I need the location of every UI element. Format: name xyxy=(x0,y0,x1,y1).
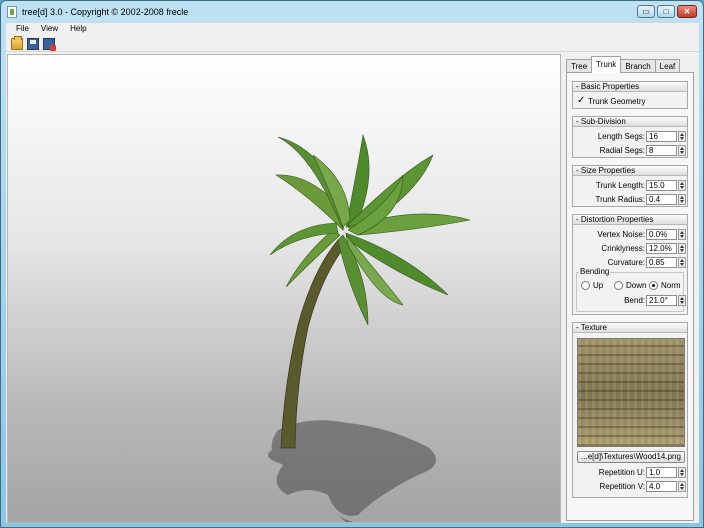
length-segs-spinner[interactable] xyxy=(678,131,686,142)
tab-strip: Tree Trunk Branch Leaf xyxy=(566,56,681,73)
vertex-noise-spinner[interactable] xyxy=(678,229,686,240)
trunk-geometry-label: Trunk Geometry xyxy=(588,96,646,106)
radio-on-icon xyxy=(649,281,658,290)
size-properties-group: - Size Properties Trunk Length: 15.0 Tru… xyxy=(572,165,688,207)
texture-preview[interactable] xyxy=(577,338,685,447)
bend-down-radio[interactable]: Down xyxy=(614,281,646,290)
client-area: File View Help Tree Trunk Branch Leaf - … xyxy=(6,23,699,523)
radial-segs-label: Radial Segs: xyxy=(599,146,645,155)
radial-segs-spinner[interactable] xyxy=(678,145,686,156)
curvature-label: Curvature: xyxy=(607,258,645,267)
menu-view[interactable]: View xyxy=(35,23,64,36)
length-segs-input[interactable]: 16 xyxy=(646,131,677,142)
trunk-length-row: Trunk Length: 15.0 xyxy=(573,180,687,192)
repetition-v-spinner[interactable] xyxy=(678,481,686,492)
trunk-radius-label: Trunk Radius: xyxy=(595,195,646,204)
export-icon[interactable] xyxy=(43,37,56,51)
minimize-button[interactable]: ▭ xyxy=(637,5,655,18)
app-window: tree[d] 3.0 - Copyright © 2002-2008 frec… xyxy=(0,0,704,528)
repetition-v-row: Repetition V: 4.0 xyxy=(573,481,687,493)
trunk-geometry-checkbox[interactable]: ✓ Trunk Geometry xyxy=(577,96,646,106)
crinklyness-row: Crinklyness: 12.0% xyxy=(573,243,687,255)
tab-tree[interactable]: Tree xyxy=(566,59,593,73)
repetition-u-spinner[interactable] xyxy=(678,467,686,478)
tab-trunk[interactable]: Trunk xyxy=(591,56,622,73)
trunk-radius-input[interactable]: 0.4 xyxy=(646,194,677,205)
menu-bar: File View Help xyxy=(6,23,699,36)
length-segs-label: Length Segs: xyxy=(597,132,645,141)
texture-header[interactable]: - Texture xyxy=(573,323,687,333)
trunk-tab-body: - Basic Properties ✓ Trunk Geometry - Su… xyxy=(566,72,694,521)
window-title: tree[d] 3.0 - Copyright © 2002-2008 frec… xyxy=(22,7,189,17)
radial-segs-row: Radial Segs: 8 xyxy=(573,145,687,157)
tab-branch[interactable]: Branch xyxy=(620,59,656,73)
maximize-button[interactable]: □ xyxy=(657,5,675,18)
title-bar[interactable]: tree[d] 3.0 - Copyright © 2002-2008 frec… xyxy=(1,1,703,23)
close-icon: ✕ xyxy=(683,7,691,16)
bending-label: Bending xyxy=(579,267,611,276)
curvature-spinner[interactable] xyxy=(678,257,686,268)
palm-trunk xyxy=(280,239,347,449)
crinklyness-spinner[interactable] xyxy=(678,243,686,254)
radial-segs-input[interactable]: 8 xyxy=(646,145,677,156)
repetition-v-label: Repetition V: xyxy=(599,482,645,491)
length-segs-row: Length Segs: 16 xyxy=(573,131,687,143)
repetition-u-row: Repetition U: 1.0 xyxy=(573,467,687,479)
crinklyness-input[interactable]: 12.0% xyxy=(646,243,677,254)
open-folder-icon[interactable] xyxy=(11,35,23,50)
trunk-radius-spinner[interactable] xyxy=(678,194,686,205)
crinklyness-label: Crinklyness: xyxy=(601,244,645,253)
radio-off-icon xyxy=(581,281,590,290)
tab-leaf[interactable]: Leaf xyxy=(654,59,681,73)
caption-buttons: ▭ □ ✕ xyxy=(637,5,697,18)
trunk-length-input[interactable]: 15.0 xyxy=(646,180,677,191)
tree-render xyxy=(268,133,471,522)
vertex-noise-label: Vertex Noise: xyxy=(597,230,645,239)
trunk-radius-row: Trunk Radius: 0.4 xyxy=(573,194,687,206)
radio-off-icon xyxy=(614,281,623,290)
vertex-noise-row: Vertex Noise: 0.0% xyxy=(573,229,687,241)
bend-up-radio[interactable]: Up xyxy=(581,281,603,290)
subdivision-header[interactable]: - Sub-Division xyxy=(573,117,687,127)
basic-properties-group: - Basic Properties ✓ Trunk Geometry xyxy=(572,81,688,109)
save-icon[interactable] xyxy=(27,37,39,50)
curvature-input[interactable]: 0.85 xyxy=(646,257,677,268)
bend-spinner[interactable] xyxy=(678,295,686,306)
close-button[interactable]: ✕ xyxy=(677,5,697,18)
repetition-u-input[interactable]: 1.0 xyxy=(646,467,677,478)
checkmark-icon: ✓ xyxy=(577,95,586,106)
minimize-icon: ▭ xyxy=(642,7,650,16)
bend-up-label: Up xyxy=(593,281,604,290)
vertex-noise-input[interactable]: 0.0% xyxy=(646,229,677,240)
bend-row: Bend: 21.0° xyxy=(573,295,687,307)
basic-properties-header[interactable]: - Basic Properties xyxy=(573,82,687,92)
repetition-u-label: Repetition U: xyxy=(598,468,645,477)
toolbar xyxy=(6,35,699,52)
3d-viewport[interactable] xyxy=(7,54,561,523)
trunk-length-label: Trunk Length: xyxy=(595,181,645,190)
bend-input[interactable]: 21.0° xyxy=(646,295,677,306)
subdivision-group: - Sub-Division Length Segs: 16 Radial Se… xyxy=(572,116,688,158)
app-icon xyxy=(7,6,17,18)
properties-panel: Tree Trunk Branch Leaf - Basic Propertie… xyxy=(564,54,697,523)
maximize-icon: □ xyxy=(663,7,669,16)
bend-norm-radio[interactable]: Norm xyxy=(649,281,681,290)
palm-foliage xyxy=(269,133,471,326)
trunk-length-spinner[interactable] xyxy=(678,180,686,191)
bend-down-label: Down xyxy=(626,281,647,290)
texture-path-button[interactable]: ...e[d]\Textures\Wood14.png xyxy=(577,451,685,463)
repetition-v-input[interactable]: 4.0 xyxy=(646,481,677,492)
distortion-properties-header[interactable]: - Distortion Properties xyxy=(573,215,687,225)
menu-file[interactable]: File xyxy=(10,23,35,36)
bend-norm-label: Norm xyxy=(661,281,681,290)
texture-group: - Texture ...e[d]\Textures\Wood14.png Re… xyxy=(572,322,688,498)
distortion-properties-group: - Distortion Properties Vertex Noise: 0.… xyxy=(572,214,688,315)
bend-label: Bend: xyxy=(624,296,645,305)
size-properties-header[interactable]: - Size Properties xyxy=(573,166,687,176)
menu-help[interactable]: Help xyxy=(64,23,92,36)
